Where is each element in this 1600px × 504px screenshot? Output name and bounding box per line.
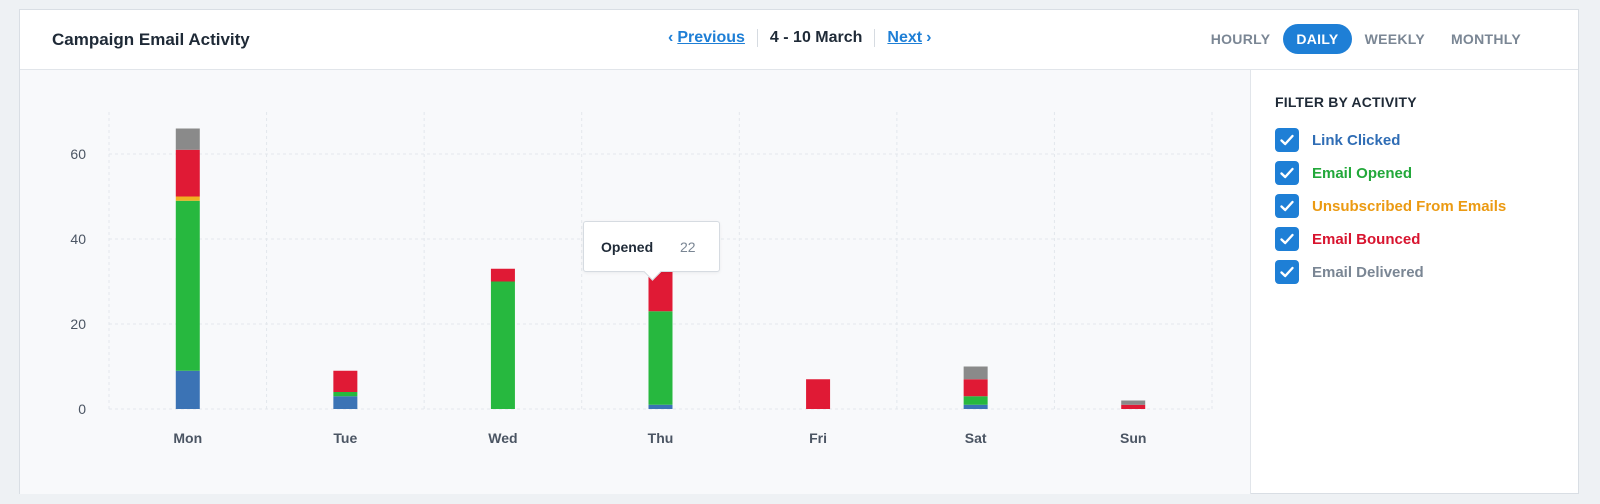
filter-label: Email Delivered <box>1312 263 1424 281</box>
filter-label: Link Clicked <box>1312 131 1401 149</box>
filter-unsubscribed[interactable]: Unsubscribed From Emails <box>1275 194 1506 218</box>
checkbox-checked-icon[interactable] <box>1275 194 1299 218</box>
y-tick-label: 0 <box>78 401 86 417</box>
stacked-bar-chart: 0 20 40 60 Mon Tue Wed Thu Fri Sat Sun <box>70 112 1213 446</box>
checkbox-checked-icon[interactable] <box>1275 128 1299 152</box>
bar-segment <box>333 370 358 392</box>
bar-segment <box>963 396 988 405</box>
tooltip-value: 22 <box>680 239 696 255</box>
filter-email-opened[interactable]: Email Opened <box>1275 161 1412 185</box>
y-tick-label: 20 <box>70 316 86 332</box>
bar-segment <box>175 128 200 150</box>
bar-segment <box>806 379 831 409</box>
bar-segment <box>175 370 200 409</box>
previous-link[interactable]: Previous <box>677 29 745 47</box>
bar-segment <box>648 404 673 409</box>
checkbox-checked-icon[interactable] <box>1275 161 1299 185</box>
bar-segment <box>175 196 200 201</box>
x-tick-label: Wed <box>488 430 517 446</box>
panel-header: Campaign Email Activity ‹ Previous 4 - 1… <box>20 10 1578 70</box>
chevron-right-icon[interactable]: › <box>926 29 931 47</box>
bar-segment <box>175 149 200 197</box>
bar-segment <box>1121 404 1146 409</box>
x-tick-label: Fri <box>809 430 827 446</box>
period-hourly[interactable]: HOURLY <box>1198 24 1284 54</box>
bar-segment <box>648 311 673 405</box>
filter-email-delivered[interactable]: Email Delivered <box>1275 260 1424 284</box>
period-toggle: HOURLY DAILY WEEKLY MONTHLY <box>1198 24 1534 54</box>
x-tick-label: Mon <box>173 430 202 446</box>
checkbox-checked-icon[interactable] <box>1275 260 1299 284</box>
filter-sidebar: FILTER BY ACTIVITY Link Clicked Email Op… <box>1250 70 1579 494</box>
bar-segment <box>963 379 988 397</box>
period-monthly[interactable]: MONTHLY <box>1438 24 1534 54</box>
date-range-label: 4 - 10 March <box>756 29 876 47</box>
period-daily[interactable]: DAILY <box>1283 24 1352 54</box>
filter-email-bounced[interactable]: Email Bounced <box>1275 227 1420 251</box>
bar-segment <box>175 200 200 371</box>
filter-link-clicked[interactable]: Link Clicked <box>1275 128 1400 152</box>
next-link[interactable]: Next <box>887 29 922 47</box>
bar-segment <box>963 366 988 380</box>
x-tick-label: Sun <box>1120 430 1146 446</box>
x-tick-label: Tue <box>333 430 357 446</box>
filter-label: Email Opened <box>1312 164 1413 182</box>
bar-segment <box>1121 400 1146 405</box>
period-weekly[interactable]: WEEKLY <box>1352 24 1438 54</box>
checkbox-checked-icon[interactable] <box>1275 227 1299 251</box>
bar-segment <box>963 404 988 409</box>
filter-label: Email Bounced <box>1312 230 1421 248</box>
panel-title: Campaign Email Activity <box>52 30 250 49</box>
bar-segment <box>333 392 358 397</box>
chevron-left-icon[interactable]: ‹ <box>668 29 673 47</box>
tooltip-label: Opened <box>601 239 654 255</box>
chart-tooltip: Opened 22 <box>583 221 720 281</box>
bar-segment <box>490 268 515 282</box>
bar-segment <box>333 396 358 409</box>
chart-area: 0 20 40 60 Mon Tue Wed Thu Fri Sat Sun <box>20 70 1250 494</box>
campaign-activity-panel: Campaign Email Activity ‹ Previous 4 - 1… <box>19 9 1579 494</box>
x-tick-label: Sat <box>965 430 987 446</box>
x-tick-label: Thu <box>648 430 674 446</box>
bar-segment <box>490 281 515 409</box>
y-tick-label: 40 <box>70 231 86 247</box>
filter-heading: FILTER BY ACTIVITY <box>1275 94 1417 110</box>
y-tick-label: 60 <box>70 146 86 162</box>
date-navigation: ‹ Previous 4 - 10 March Next › <box>668 29 931 47</box>
filter-label: Unsubscribed From Emails <box>1312 197 1507 215</box>
